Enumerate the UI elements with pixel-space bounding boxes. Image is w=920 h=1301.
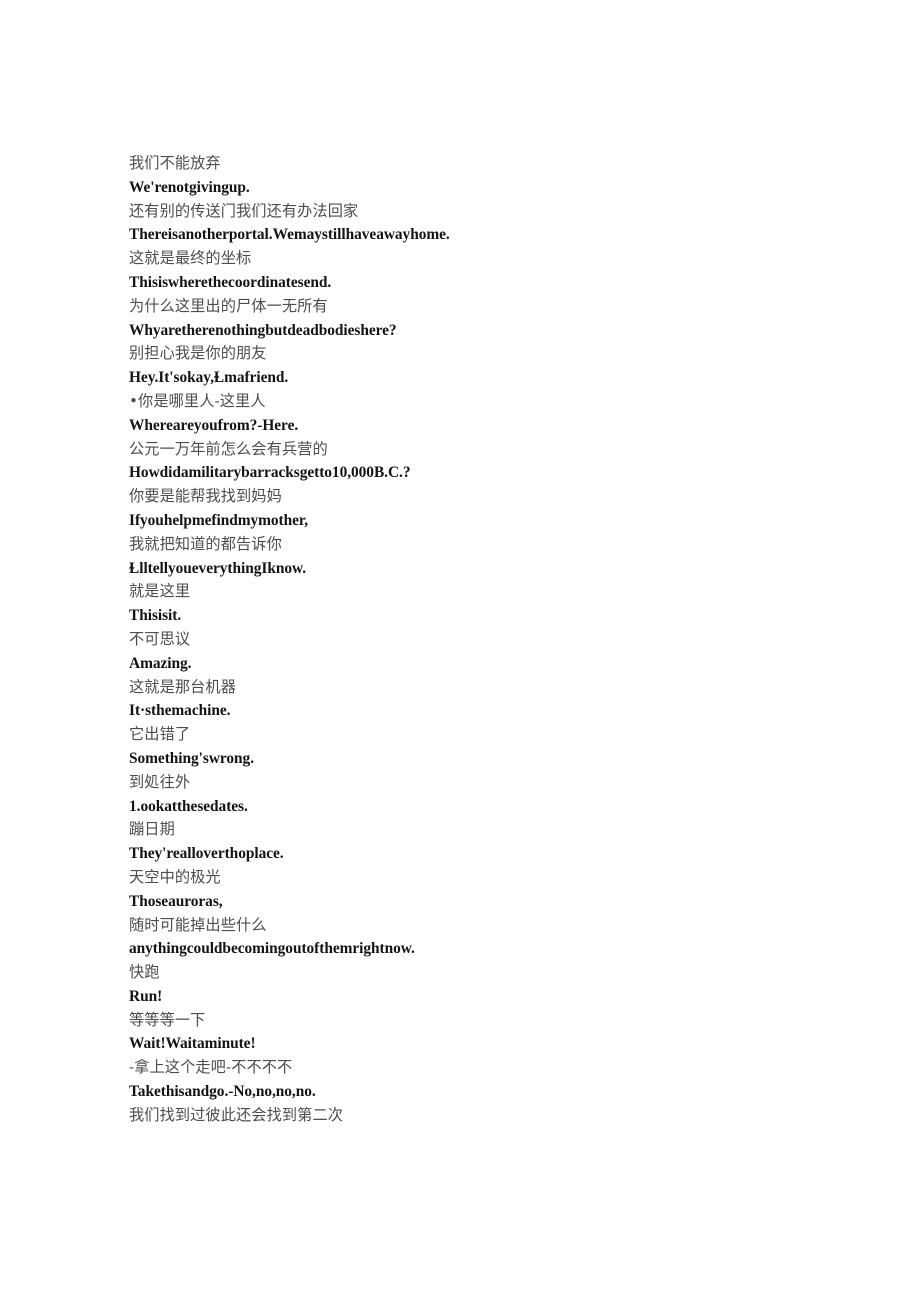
subtitle-line-english: ⱢlltellyoueverythingIknow. bbox=[129, 559, 306, 577]
subtitle-line-english: Run! bbox=[129, 987, 163, 1005]
subtitle-line-chinese: 等等等一下 bbox=[129, 1010, 206, 1029]
subtitle-line-chinese: •你是哪里人-这里人 bbox=[129, 391, 266, 410]
subtitle-line-english: Something'swrong. bbox=[129, 749, 255, 767]
subtitle-line-chinese: 这就是那台机器 bbox=[129, 677, 237, 696]
subtitle-line-english: It·sthemachine. bbox=[129, 702, 231, 720]
subtitle-line-english: 1.ookatthesedates. bbox=[129, 797, 248, 815]
subtitle-line-english: We'renotgivingup. bbox=[129, 178, 250, 196]
subtitle-line-chinese: 天空中的极光 bbox=[129, 867, 221, 886]
subtitle-transcript: 我们不能放弃 We'renotgivingup. 还有别的传送门我们还有办法回家 Th… bbox=[129, 152, 829, 1128]
subtitle-line-english: Thisisit. bbox=[129, 607, 182, 625]
subtitle-line-chinese: 到処往外 bbox=[129, 772, 191, 791]
subtitle-line-chinese: 随时可能掉出些什么 bbox=[129, 915, 267, 934]
subtitle-line-english: Whereareyoufrom?-Here. bbox=[129, 416, 299, 434]
subtitle-line-chinese: 它出错了 bbox=[129, 725, 191, 744]
subtitle-line-chinese: -拿上这个走吧-不不不不 bbox=[129, 1058, 293, 1077]
subtitle-line-chinese: 为什么这里出的尸体一无所有 bbox=[129, 296, 328, 315]
subtitle-line-english: Whyaretherenothingbutdeadbodieshere? bbox=[129, 321, 397, 339]
subtitle-line-english: Thoseauroras, bbox=[129, 892, 223, 910]
subtitle-line-english: Ifyouhelpmefindmymother, bbox=[129, 511, 309, 529]
subtitle-line-english: anythingcouldbecomingoutofthemrightnow. bbox=[129, 940, 415, 958]
subtitle-line-english: Wait!Waitaminute! bbox=[129, 1035, 256, 1053]
subtitle-line-chinese: 别担心我是你的朋友 bbox=[129, 344, 267, 363]
subtitle-line-chinese: 你要是能帮我找到妈妈 bbox=[129, 487, 282, 506]
subtitle-line-english: Hey.It'sokay,Ɫmafriend. bbox=[129, 369, 289, 387]
subtitle-line-english: Howdidamilitarybarracksgetto10,000B.C.? bbox=[129, 464, 411, 482]
document-page: 我们不能放弃 We'renotgivingup. 还有别的传送门我们还有办法回家 Th… bbox=[0, 0, 920, 1301]
subtitle-line-chinese: 公元一万年前怎么会有兵营的 bbox=[129, 439, 328, 458]
subtitle-line-english: Thereisanotherportal.Wemaystillhaveawayh… bbox=[129, 226, 450, 244]
subtitle-line-chinese: 我就把知道的都告诉你 bbox=[129, 534, 282, 553]
subtitle-line-chinese: 快跑 bbox=[129, 963, 160, 982]
subtitle-line-english: Takethisandgo.-No,no,no,no. bbox=[129, 1083, 316, 1101]
subtitle-line-chinese: 这就是最终的坐标 bbox=[129, 249, 252, 268]
subtitle-line-chinese: 蹦日期 bbox=[129, 820, 175, 839]
subtitle-line-chinese: 我们找到过彼此还会找到第二次 bbox=[129, 1105, 344, 1124]
subtitle-line-chinese: 就是这里 bbox=[129, 582, 191, 601]
subtitle-line-english: Amazing. bbox=[129, 654, 192, 672]
subtitle-line-english: Thisiswherethecoordinatesend. bbox=[129, 273, 332, 291]
subtitle-line-english: They'realloverthoplace. bbox=[129, 845, 284, 863]
subtitle-line-chinese: 还有别的传送门我们还有办法回家 bbox=[129, 201, 359, 220]
subtitle-line-chinese: 不可思议 bbox=[129, 629, 191, 648]
subtitle-line-chinese: 我们不能放弃 bbox=[129, 154, 221, 172]
